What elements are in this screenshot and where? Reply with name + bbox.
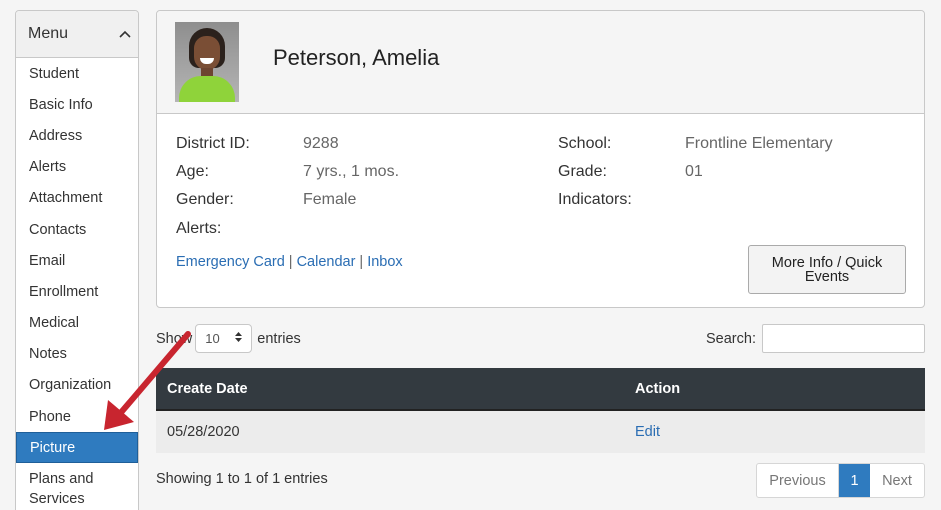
school-row: School: Frontline Elementary <box>558 135 833 153</box>
sidebar-item-basic-info[interactable]: Basic Info <box>16 89 138 120</box>
menu-title: Menu <box>28 25 69 42</box>
age-value: 7 yrs., 1 mos. <box>303 163 400 180</box>
district-id-value: 9288 <box>303 135 339 152</box>
table-row: 05/28/2020 Edit <box>156 411 925 453</box>
table-search: Search: <box>706 324 925 353</box>
page-length-control: Show 10 entries <box>156 324 301 353</box>
sidebar-item-phone[interactable]: Phone <box>16 401 138 432</box>
alerts-label: Alerts: <box>176 220 222 237</box>
entries-label: entries <box>257 330 301 347</box>
cell-action: Edit <box>634 424 660 440</box>
more-info-quick-events-button[interactable]: More Info / Quick Events <box>748 245 906 294</box>
school-value: Frontline Elementary <box>685 135 833 152</box>
next-button[interactable]: Next <box>870 464 924 497</box>
edit-link[interactable]: Edit <box>635 424 660 440</box>
student-name: Peterson, Amelia <box>273 45 440 70</box>
age-label: Age: <box>176 163 209 180</box>
district-id-row: District ID: 9288 <box>176 135 339 153</box>
link-separator: | <box>288 254 293 270</box>
sidebar-item-label: Plans and Services <box>29 469 94 509</box>
sidebar-item-plans-and-services[interactable]: Plans and Services <box>16 463 138 509</box>
gender-label: Gender: <box>176 191 234 208</box>
student-links: Emergency Card | Calendar | Inbox <box>176 254 403 270</box>
search-input[interactable] <box>761 324 925 353</box>
sidebar-item-address[interactable]: Address <box>16 120 138 151</box>
search-label: Search: <box>706 330 756 347</box>
sidebar-item-alerts[interactable]: Alerts <box>16 152 138 183</box>
student-photo <box>175 22 239 102</box>
gender-value: Female <box>303 191 357 208</box>
sidebar-item-student[interactable]: Student <box>16 58 138 89</box>
pagination: Previous 1 Next <box>756 463 925 498</box>
cell-create-date: 05/28/2020 <box>167 424 240 440</box>
chevron-up-icon[interactable] <box>118 27 132 41</box>
inbox-link[interactable]: Inbox <box>367 254 402 270</box>
column-header-action[interactable]: Action <box>634 381 680 397</box>
alerts-row: Alerts: <box>176 220 221 238</box>
page-1-button[interactable]: 1 <box>839 464 870 497</box>
column-header-create-date[interactable]: Create Date <box>156 381 634 397</box>
sort-updown-icon <box>234 331 243 346</box>
sidebar-item-notes[interactable]: Notes <box>16 339 138 370</box>
sidebar-item-email[interactable]: Email <box>16 245 138 276</box>
show-label: Show <box>156 330 193 347</box>
student-card: Peterson, Amelia District ID: 9288 Age: … <box>156 10 925 308</box>
menu-list: Student Basic Info Address Alerts Attach… <box>16 58 138 509</box>
table-info: Showing 1 to 1 of 1 entries <box>156 471 328 487</box>
previous-button[interactable]: Previous <box>757 464 839 497</box>
indicators-row: Indicators: <box>558 191 632 209</box>
sidebar-item-medical[interactable]: Medical <box>16 308 138 339</box>
grade-label: Grade: <box>558 163 607 180</box>
student-card-header: Peterson, Amelia <box>157 11 924 114</box>
age-row: Age: 7 yrs., 1 mos. <box>176 163 399 181</box>
emergency-card-link[interactable]: Emergency Card <box>176 254 285 270</box>
gender-row: Gender: Female <box>176 191 356 209</box>
sidebar-item-organization[interactable]: Organization <box>16 370 138 401</box>
menu-header[interactable]: Menu <box>16 11 138 58</box>
table-header: Create Date Action <box>156 368 925 411</box>
grade-value: 01 <box>685 163 703 180</box>
calendar-link[interactable]: Calendar <box>297 254 356 270</box>
link-separator: | <box>359 254 364 270</box>
sidebar-item-attachment[interactable]: Attachment <box>16 183 138 214</box>
more-button-label: More Info / Quick Events <box>772 255 882 285</box>
school-label: School: <box>558 135 612 152</box>
sidebar-item-enrollment[interactable]: Enrollment <box>16 276 138 307</box>
sidebar-menu: Menu Student Basic Info Address Alerts A… <box>15 10 139 510</box>
district-id-label: District ID: <box>176 135 250 152</box>
page-length-select[interactable]: 10 <box>195 324 253 353</box>
sidebar-item-picture[interactable]: Picture <box>16 432 138 464</box>
page-length-value: 10 <box>205 331 220 346</box>
sidebar-item-contacts[interactable]: Contacts <box>16 214 138 245</box>
grade-row: Grade: 01 <box>558 163 703 181</box>
more-button-line2: Events <box>804 268 850 285</box>
pictures-table: Create Date Action 05/28/2020 Edit <box>156 368 925 453</box>
sidebar-item-label-line2: Services <box>29 491 85 508</box>
indicators-label: Indicators: <box>558 191 632 208</box>
sidebar-item-label-line1: Plans and <box>29 471 94 488</box>
